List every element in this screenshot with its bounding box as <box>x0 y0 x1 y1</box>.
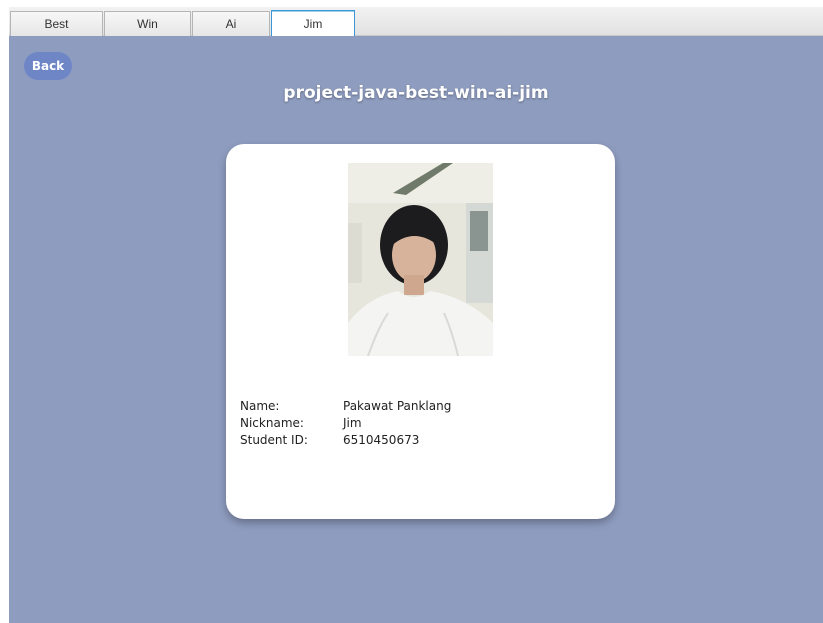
tab-win[interactable]: Win <box>104 11 191 36</box>
app-window: Best Win Ai Jim Back project-java-best-w… <box>9 7 823 623</box>
back-button[interactable]: Back <box>24 52 72 80</box>
nickname-value: Jim <box>343 416 362 430</box>
student-id-row: Student ID: 6510450673 <box>240 432 451 449</box>
profile-card: Name: Pakawat Panklang Nickname: Jim Stu… <box>226 144 615 519</box>
tab-ai[interactable]: Ai <box>192 11 270 36</box>
tab-content: Back project-java-best-win-ai-jim Name: … <box>9 36 823 623</box>
tab-bar: Best Win Ai Jim <box>9 7 823 36</box>
name-row: Name: Pakawat Panklang <box>240 398 451 415</box>
profile-info: Name: Pakawat Panklang Nickname: Jim Stu… <box>240 398 451 449</box>
nickname-label: Nickname: <box>240 416 304 430</box>
nickname-row: Nickname: Jim <box>240 415 451 432</box>
tab-jim[interactable]: Jim <box>271 10 355 36</box>
student-id-label: Student ID: <box>240 433 308 447</box>
page-title: project-java-best-win-ai-jim <box>283 83 549 103</box>
student-id-value: 6510450673 <box>343 433 420 447</box>
name-value: Pakawat Panklang <box>343 399 452 413</box>
name-label: Name: <box>240 399 280 413</box>
profile-photo <box>348 163 493 356</box>
tab-best[interactable]: Best <box>10 11 103 36</box>
